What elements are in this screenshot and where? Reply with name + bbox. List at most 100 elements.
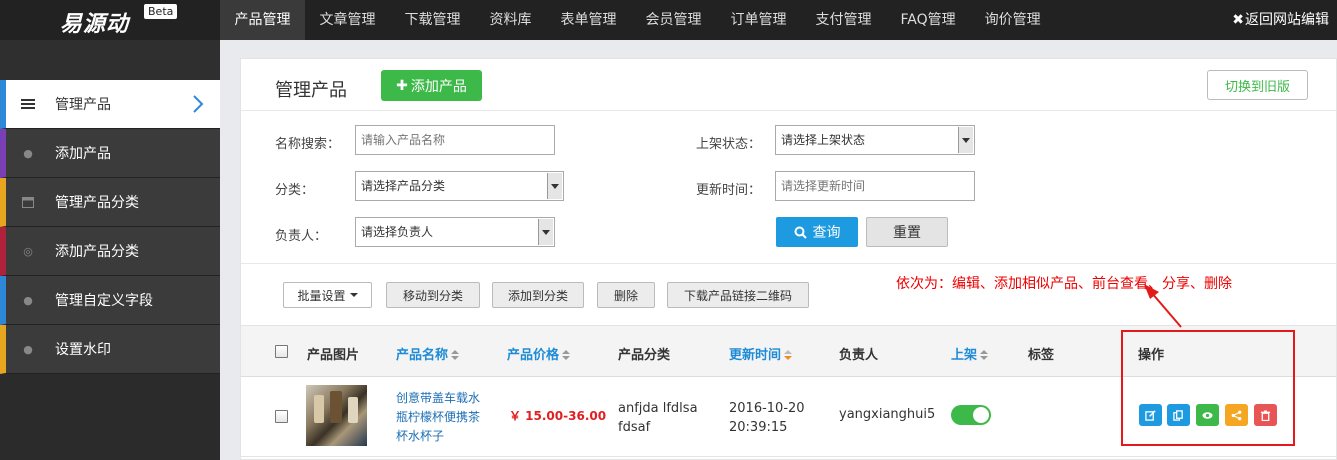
back-link-label: 返回网站编辑 (1245, 12, 1329, 28)
main-panel: 管理产品 ✚添加产品 切换到旧版 名称搜索： 上架状态： 请选择上架状态 分类：… (240, 58, 1337, 460)
delete-button[interactable]: 删除 (597, 282, 655, 308)
list-icon (21, 97, 35, 111)
divider (241, 263, 1336, 264)
category-label: 分类： (275, 183, 315, 198)
globe-icon: ● (23, 342, 33, 356)
switch-old-version-button[interactable]: 切换到旧版 (1207, 70, 1308, 100)
row-checkbox[interactable] (275, 410, 288, 423)
col-name-label: 产品名称 (396, 348, 449, 363)
nav-tab-forms[interactable]: 表单管理 (546, 0, 631, 40)
col-price-label: 产品价格 (507, 348, 560, 363)
col-updated-label: 更新时间 (729, 348, 782, 363)
sidebar-item-custom-fields[interactable]: ● 管理自定义字段 (0, 276, 220, 325)
product-updated-time: 2016-10-20 20:39:15 (729, 401, 805, 435)
sidebar-item-label: 设置水印 (55, 342, 111, 358)
category-select[interactable]: 请选择产品分类 (355, 171, 564, 201)
nav-tab-library[interactable]: 资料库 (475, 0, 546, 40)
updated-time-input[interactable] (775, 171, 975, 201)
nav-tab-inquiry[interactable]: 询价管理 (970, 0, 1055, 40)
query-button[interactable]: 查询 (776, 217, 858, 247)
col-image: 产品图片 (307, 348, 360, 363)
logo[interactable]: 易源动 Beta (60, 4, 178, 37)
globe-icon: ● (23, 146, 33, 160)
add-to-category-button[interactable]: 添加到分类 (492, 282, 584, 308)
sidebar: 管理产品 ● 添加产品 管理产品分类 ◎ 添加产品分类 ● 管理自定义字段 ● … (0, 40, 220, 460)
col-price[interactable]: 产品价格 (507, 344, 571, 363)
updated-label: 更新时间： (696, 183, 762, 198)
sort-desc-icon (784, 350, 793, 361)
dropdown-arrow-icon (547, 173, 562, 199)
add-product-label: 添加产品 (410, 78, 467, 95)
status-select[interactable]: 请选择上架状态 (775, 125, 975, 155)
owner-label: 负责人： (275, 229, 328, 244)
sidebar-item-label: 添加产品 (55, 146, 111, 162)
panel-header: 管理产品 ✚ 添加产品 切换到旧版 (241, 59, 1336, 111)
col-name[interactable]: 产品名称 (396, 344, 460, 363)
nav-tab-orders[interactable]: 订单管理 (716, 0, 801, 40)
name-search-label: 名称搜索： (275, 137, 341, 152)
product-price: ￥ 15.00-36.00 (509, 409, 607, 423)
page-title: 管理产品 (275, 80, 347, 101)
select-all-checkbox[interactable] (275, 345, 288, 358)
nav-tab-payments[interactable]: 支付管理 (801, 0, 886, 40)
nav-tab-articles[interactable]: 文章管理 (305, 0, 390, 40)
calendar-icon (21, 195, 35, 209)
owner-select-value: 请选择负责人 (361, 225, 434, 239)
sort-icon (451, 350, 460, 361)
sidebar-item-label: 添加产品分类 (55, 244, 139, 260)
reset-button[interactable]: 重置 (866, 217, 948, 247)
sidebar-item-manage-categories[interactable]: 管理产品分类 (0, 178, 220, 227)
batch-settings-label: 批量设置 (297, 288, 346, 303)
owner-select[interactable]: 请选择负责人 (355, 217, 555, 247)
actions-highlight-box (1121, 330, 1295, 446)
sidebar-item-label: 管理产品分类 (55, 195, 139, 211)
product-thumbnail[interactable] (306, 385, 367, 446)
nav-tab-downloads[interactable]: 下载管理 (390, 0, 475, 40)
nav-tab-faq[interactable]: FAQ管理 (886, 0, 970, 40)
nav-tab-members[interactable]: 会员管理 (631, 0, 716, 40)
product-category: anfjda lfdlsa fdsaf (618, 401, 698, 435)
name-search-input[interactable] (355, 125, 555, 155)
col-updated[interactable]: 更新时间 (729, 344, 793, 363)
add-product-button[interactable]: ✚ 添加产品 (381, 70, 482, 101)
search-icon (794, 226, 807, 239)
batch-settings-dropdown[interactable]: 批量设置 (283, 282, 372, 308)
top-bar: 易源动 Beta 产品管理 文章管理 下载管理 资料库 表单管理 会员管理 订单… (0, 0, 1337, 40)
chevron-right-icon (193, 95, 204, 113)
top-nav: 产品管理 文章管理 下载管理 资料库 表单管理 会员管理 订单管理 支付管理 F… (220, 0, 1055, 40)
sort-icon (980, 350, 989, 361)
col-listed[interactable]: 上架 (951, 344, 989, 363)
sidebar-item-watermark[interactable]: ● 设置水印 (0, 325, 220, 374)
status-select-value: 请选择上架状态 (781, 133, 866, 147)
sidebar-item-manage-products[interactable]: 管理产品 (0, 80, 220, 129)
globe-icon: ● (23, 293, 33, 307)
caret-down-icon (349, 293, 358, 297)
logo-text: 易源动 (60, 12, 130, 37)
listed-toggle[interactable] (951, 405, 991, 425)
product-name-link[interactable]: 创意带盖车载水瓶柠檬杯便携茶杯水杯子 (396, 389, 488, 446)
col-owner: 负责人 (839, 348, 879, 363)
sidebar-item-label: 管理产品 (55, 97, 111, 113)
query-label: 查询 (812, 225, 841, 241)
col-tags: 标签 (1028, 348, 1055, 363)
dropdown-arrow-icon (958, 127, 973, 153)
dropdown-arrow-icon (538, 219, 553, 245)
move-to-category-button[interactable]: 移动到分类 (386, 282, 480, 308)
sidebar-header (0, 40, 220, 80)
sidebar-item-add-category[interactable]: ◎ 添加产品分类 (0, 227, 220, 276)
back-to-site-link[interactable]: ✖返回网站编辑 (1232, 0, 1329, 40)
sidebar-item-add-product[interactable]: ● 添加产品 (0, 129, 220, 178)
sidebar-item-label: 管理自定义字段 (55, 293, 153, 309)
col-category: 产品分类 (618, 348, 671, 363)
target-icon: ◎ (23, 244, 33, 258)
product-owner: yangxianghui5 (839, 407, 936, 422)
sort-icon (562, 350, 571, 361)
beta-badge: Beta (144, 4, 178, 19)
status-label: 上架状态： (696, 137, 762, 152)
nav-tab-products[interactable]: 产品管理 (220, 0, 305, 40)
close-icon: ✖ (1232, 12, 1244, 28)
col-listed-label: 上架 (951, 348, 978, 363)
download-qr-button[interactable]: 下载产品链接二维码 (667, 282, 809, 308)
category-select-value: 请选择产品分类 (361, 179, 446, 193)
annotation-text: 依次为：编辑、添加相似产品、前台查看、分享、删除 (896, 276, 1232, 292)
